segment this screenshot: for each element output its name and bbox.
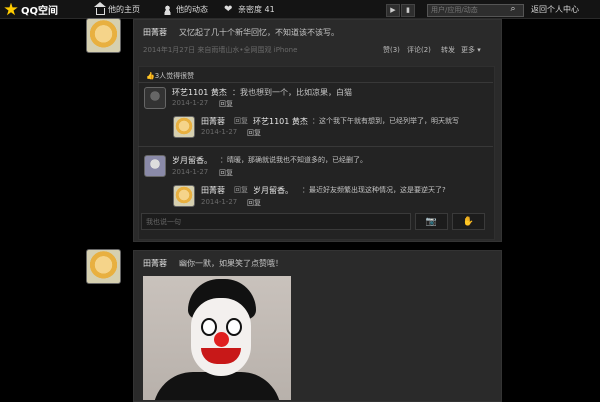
comment-author[interactable]: 岁月留香。 bbox=[172, 155, 212, 166]
logo-text: QQ空间 bbox=[21, 6, 59, 17]
post-meta: 2014年1月27日 来自雨墙山水•全网围观 iPhone bbox=[143, 46, 298, 54]
camera-icon[interactable]: 📷 bbox=[415, 213, 448, 230]
reply-target[interactable]: 环艺1101 黄杰 bbox=[253, 116, 308, 127]
avatar[interactable] bbox=[173, 185, 195, 207]
nav-label: 他的主页 bbox=[108, 5, 140, 14]
comment-input[interactable]: 我也说一句 bbox=[141, 213, 411, 230]
post-author[interactable]: 田菁蓉 bbox=[143, 258, 167, 269]
nav-his-feed[interactable]: 他的动态 bbox=[162, 4, 208, 15]
post-text: 幽你一默，如果笑了点赞哦！ bbox=[179, 259, 283, 268]
reply-target[interactable]: 岁月留香。 bbox=[253, 185, 293, 196]
reply-author[interactable]: 田菁蓉 bbox=[201, 185, 225, 196]
reply-button[interactable]: 回复 bbox=[247, 198, 261, 208]
reply-button[interactable]: 回复 bbox=[247, 128, 261, 138]
reply-button[interactable]: 回复 bbox=[219, 99, 233, 109]
reply-author[interactable]: 田菁蓉 bbox=[201, 116, 225, 127]
like-button[interactable]: 赞(3) bbox=[383, 45, 400, 55]
comment-button[interactable]: 评论(2) bbox=[407, 45, 431, 55]
photo-body bbox=[153, 372, 281, 400]
comment-date: 2014-1-27 bbox=[201, 128, 238, 136]
signal-icon[interactable]: ▮ bbox=[401, 4, 415, 17]
emoji-icon[interactable]: ✋ bbox=[452, 213, 485, 230]
heart-icon: ❤ bbox=[224, 3, 233, 15]
play-icon[interactable]: ▶ bbox=[386, 4, 400, 17]
comment-date: 2014-1-27 bbox=[172, 168, 209, 176]
comment-text: ：我也想到一个，比如凉果，白猫 bbox=[232, 88, 352, 97]
avatar[interactable] bbox=[86, 18, 121, 53]
nav-intimacy[interactable]: ❤ 亲密度 41 bbox=[224, 4, 275, 15]
nav-label: 他的动态 bbox=[176, 5, 208, 14]
nav-label: 亲密度 41 bbox=[238, 5, 275, 14]
avatar[interactable] bbox=[86, 249, 121, 284]
reply-word: 回复 bbox=[234, 117, 248, 125]
more-button[interactable]: 更多 ▾ bbox=[461, 45, 481, 55]
avatar[interactable] bbox=[144, 155, 166, 177]
reply-button[interactable]: 回复 bbox=[219, 168, 233, 178]
divider bbox=[138, 146, 493, 147]
comment-text: ：最近好友频繁出现这种情况，这是要逆天了? bbox=[302, 186, 446, 194]
qzone-logo[interactable]: QQ空间 bbox=[4, 2, 58, 17]
photo-eye bbox=[201, 318, 217, 336]
avatar[interactable] bbox=[173, 116, 195, 138]
people-icon bbox=[162, 4, 173, 15]
comment-text: ：这个我下午就有想到，已经列举了，明天就写 bbox=[312, 117, 459, 125]
clown-nose bbox=[214, 332, 229, 347]
avatar[interactable] bbox=[144, 87, 166, 109]
reply-word: 回复 bbox=[234, 186, 248, 194]
post-text: 又忆起了几十个新华回忆，不知道该不该写。 bbox=[179, 28, 339, 37]
home-icon bbox=[94, 1, 106, 15]
forward-button[interactable]: 转发 bbox=[441, 45, 455, 55]
comment-author[interactable]: 环艺1101 黄杰 bbox=[172, 87, 227, 98]
comment-date: 2014-1-27 bbox=[201, 198, 238, 206]
nav-his-homepage[interactable]: 他的主页 bbox=[94, 1, 140, 15]
comment-text: ：晴暖，那确就说我也不知道多的，已经删了。 bbox=[220, 156, 367, 164]
search-icon[interactable]: ⌕ bbox=[508, 4, 518, 15]
star-icon bbox=[4, 2, 18, 16]
divider bbox=[138, 82, 493, 83]
top-navigation-bar: QQ空间 他的主页 他的动态 ❤ 亲密度 41 ▶ ▮ 用户/应用/动态 ⌕ 返… bbox=[0, 0, 600, 19]
likes-summary[interactable]: 👍3人觉得很赞 bbox=[146, 71, 194, 81]
photo-eye bbox=[226, 318, 242, 336]
comment-date: 2014-1-27 bbox=[172, 99, 209, 107]
return-personal-center-link[interactable]: 返回个人中心 bbox=[531, 4, 579, 15]
post-photo[interactable] bbox=[143, 276, 291, 400]
thumbs-up-icon: 👍 bbox=[146, 72, 155, 80]
post-author[interactable]: 田菁蓉 bbox=[143, 27, 167, 38]
